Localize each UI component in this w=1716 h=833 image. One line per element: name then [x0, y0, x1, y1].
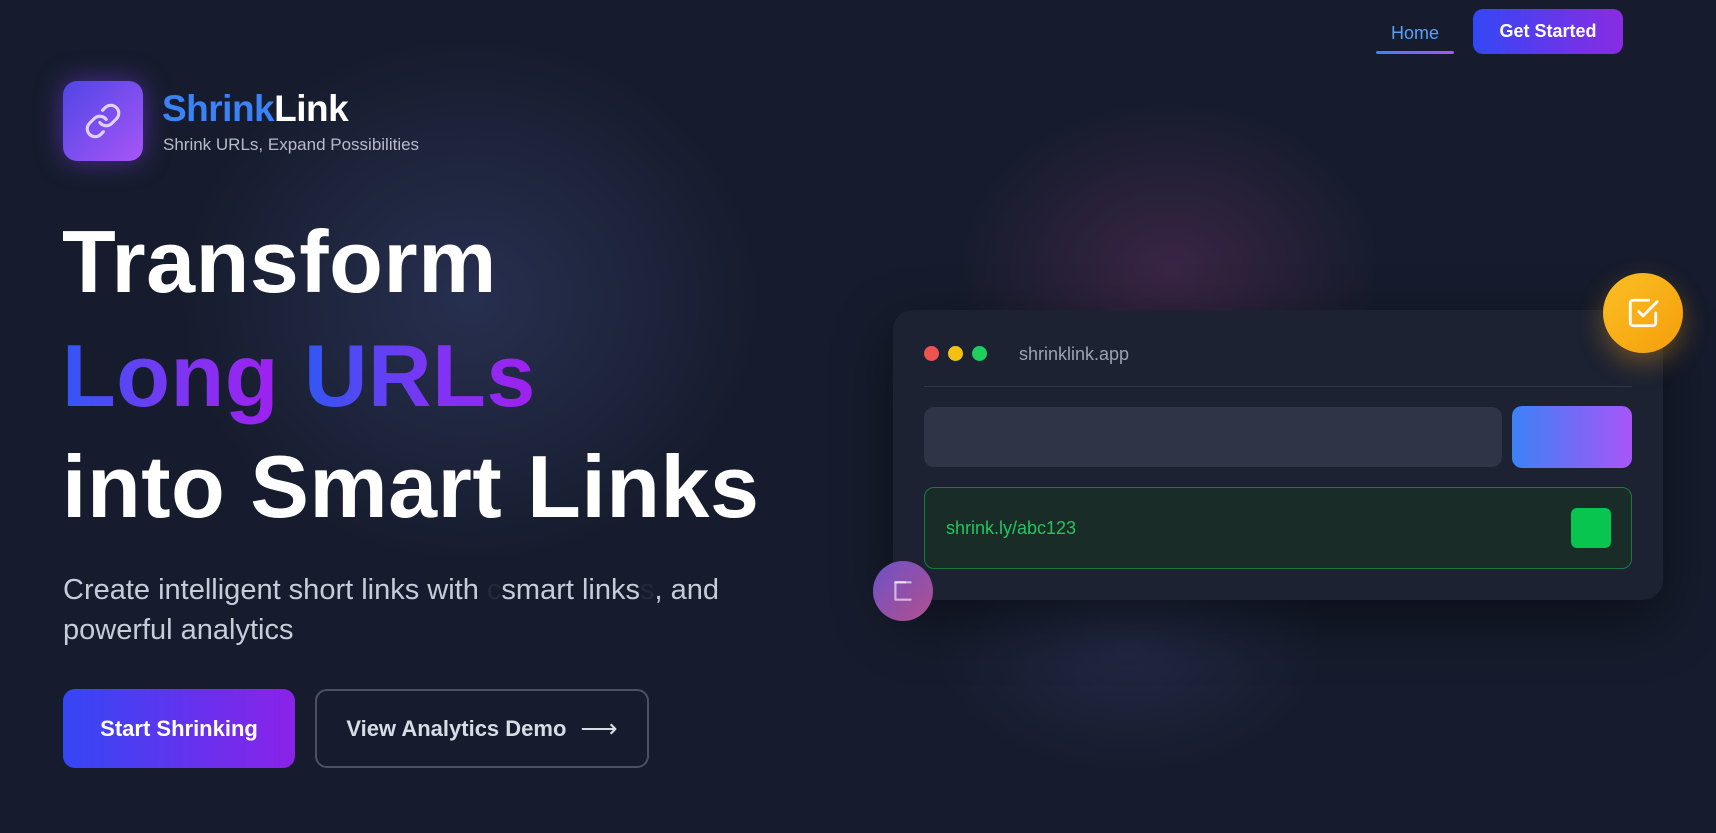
hero-subtitle: Create intelligent short links with csma… [63, 570, 783, 650]
arrow-right-icon: ⟶ [580, 713, 618, 743]
subtitle-text-start: Create intelligent short links with [63, 574, 487, 606]
brand-name-part2: Link [274, 88, 349, 129]
hero-title-line1: Transform [62, 212, 497, 311]
nav-home-label: Home [1390, 23, 1439, 43]
preview-url: shrinklink.app [1019, 344, 1130, 364]
preview-divider [924, 386, 1632, 387]
link-icon [85, 103, 121, 139]
subtitle-rotating-word: smart links [501, 574, 640, 606]
copy-icon [894, 581, 912, 601]
floating-check-badge [1603, 273, 1683, 353]
view-analytics-demo-button[interactable]: View Analytics Demo ⟶ [315, 689, 649, 768]
subtitle-faded-text-after: s [640, 574, 655, 606]
hero-title-word-urls: URLs [303, 326, 536, 425]
logo-tile [63, 81, 143, 161]
nav-home-link[interactable]: Home [1376, 22, 1454, 54]
preview-copy-button [1571, 508, 1611, 548]
subtitle-line2: powerful analytics [63, 614, 294, 646]
landing-page: Home Get Started ShrinkLink Shrink URLs,… [0, 0, 1716, 833]
minimize-dot-icon [948, 346, 963, 361]
brand-tagline: Shrink URLs, Expand Possibilities [163, 135, 420, 154]
app-preview-window: shrinklink.app shrink.ly/abc123 [893, 310, 1663, 600]
close-dot-icon [924, 346, 939, 361]
window-controls [924, 346, 987, 361]
subtitle-faded-text-before: c [486, 574, 502, 606]
preview-short-link: shrink.ly/abc123 [946, 518, 1077, 538]
floating-copy-badge [873, 561, 933, 621]
preview-shorten-button [1512, 406, 1632, 468]
start-shrinking-button[interactable]: Start Shrinking [63, 689, 295, 768]
preview-url-input [924, 407, 1502, 467]
check-square-icon [1628, 298, 1659, 328]
get-started-button[interactable]: Get Started [1473, 9, 1623, 54]
hero-title-line2: Long URLs [62, 332, 536, 420]
hero-title-word-long: Long [62, 326, 280, 425]
nav-active-underline [1376, 51, 1454, 54]
hero-title-line3: into Smart Links [62, 437, 760, 536]
preview-result-box: shrink.ly/abc123 [924, 487, 1632, 569]
subtitle-text-end: , and [654, 574, 720, 606]
analytics-demo-label: View Analytics Demo [346, 715, 567, 741]
brand-name: ShrinkLink [162, 88, 349, 130]
maximize-dot-icon [972, 346, 987, 361]
brand-name-part1: Shrink [162, 88, 275, 129]
